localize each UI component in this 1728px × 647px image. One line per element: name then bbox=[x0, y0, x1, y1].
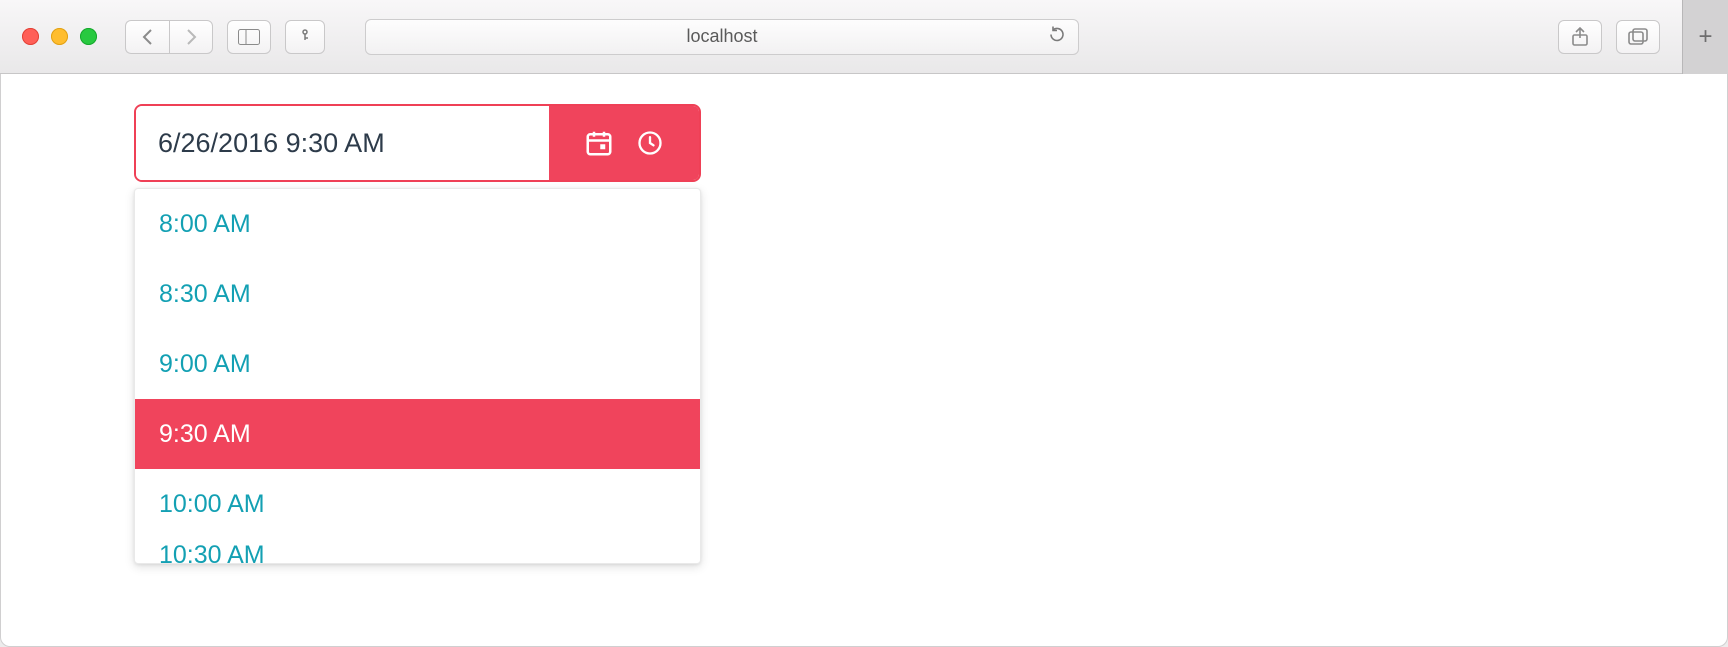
time-option-label: 8:00 AM bbox=[159, 210, 251, 239]
time-option[interactable]: 8:00 AM bbox=[135, 189, 700, 259]
time-option-label: 10:30 AM bbox=[159, 541, 265, 564]
nav-button-group bbox=[125, 20, 213, 54]
key-icon bbox=[300, 28, 310, 46]
time-option[interactable]: 10:30 AM bbox=[135, 539, 700, 564]
window-controls bbox=[22, 28, 97, 45]
clock-icon[interactable] bbox=[636, 129, 664, 157]
share-button[interactable] bbox=[1558, 20, 1602, 54]
close-window-button[interactable] bbox=[22, 28, 39, 45]
time-option-selected[interactable]: 9:30 AM bbox=[135, 399, 700, 469]
time-option-label: 9:00 AM bbox=[159, 350, 251, 379]
reload-button[interactable] bbox=[1048, 25, 1066, 48]
time-dropdown[interactable]: 8:00 AM 8:30 AM 9:00 AM 9:30 AM 10:00 AM… bbox=[134, 188, 701, 564]
back-button[interactable] bbox=[125, 20, 169, 54]
sidebar-toggle-button[interactable] bbox=[227, 20, 271, 54]
forward-button[interactable] bbox=[169, 20, 213, 54]
tabs-overview-button[interactable] bbox=[1616, 20, 1660, 54]
minimize-window-button[interactable] bbox=[51, 28, 68, 45]
datetime-actions bbox=[549, 106, 699, 180]
time-option[interactable]: 10:00 AM bbox=[135, 469, 700, 539]
time-option-label: 10:00 AM bbox=[159, 490, 265, 519]
time-option-label: 8:30 AM bbox=[159, 280, 251, 309]
address-text: localhost bbox=[686, 26, 757, 47]
time-option[interactable]: 9:00 AM bbox=[135, 329, 700, 399]
calendar-icon[interactable] bbox=[584, 128, 614, 158]
address-bar[interactable]: localhost bbox=[365, 19, 1079, 55]
new-tab-button[interactable]: + bbox=[1682, 0, 1728, 74]
time-option[interactable]: 8:30 AM bbox=[135, 259, 700, 329]
time-option-label: 9:30 AM bbox=[159, 420, 251, 449]
password-manager-button[interactable] bbox=[285, 20, 325, 54]
page-viewport: 8:00 AM 8:30 AM 9:00 AM 9:30 AM 10:00 AM… bbox=[0, 74, 1728, 647]
fullscreen-window-button[interactable] bbox=[80, 28, 97, 45]
datetime-field bbox=[134, 104, 701, 182]
datetime-input[interactable] bbox=[136, 106, 549, 180]
datetime-picker: 8:00 AM 8:30 AM 9:00 AM 9:30 AM 10:00 AM… bbox=[134, 104, 701, 564]
browser-toolbar: localhost + bbox=[0, 0, 1728, 74]
